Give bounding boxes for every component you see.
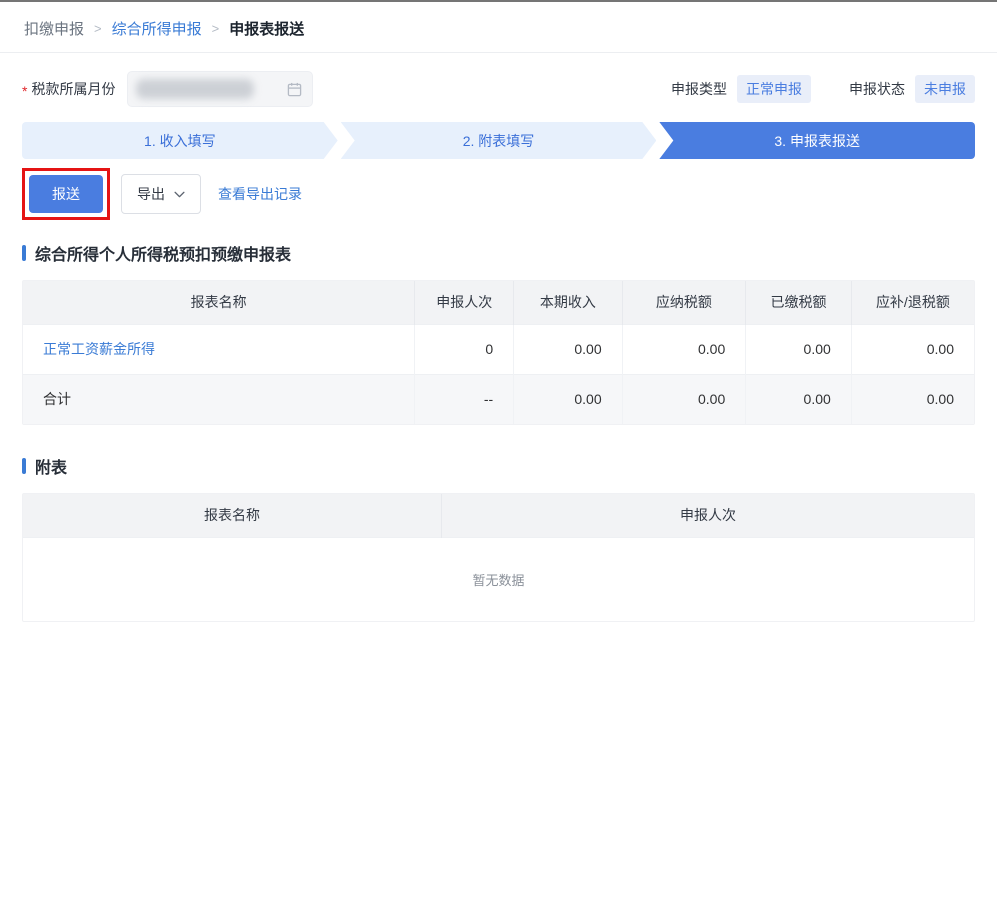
main-declaration-table: 报表名称 申报人次 本期收入 应纳税额 已缴税额 应补/退税额 正常工资薪金所得… [23,281,974,424]
step-1-income-entry[interactable]: 1. 收入填写 [22,122,338,159]
cell-tax-refund: 0.00 [851,373,974,424]
col-header-tax-payable: 应纳税额 [622,281,747,324]
sub-table-container: 报表名称 申报人次 暂无数据 [22,493,975,622]
redacted-date-value [136,79,255,99]
step-wizard: 1. 收入填写 2. 附表填写 3. 申报表报送 [22,122,976,159]
sub-section-title: 附表 [35,460,68,477]
cell-declared-persons: 0 [414,323,515,374]
sub-section-header: 附表 [22,454,975,478]
toolbar: 报送 导出 查看导出记录 [22,168,975,220]
col-header-tax-paid: 已缴税额 [745,281,852,324]
tax-month-input[interactable] [127,71,314,107]
breadcrumb-item-comprehensive-income[interactable]: 综合所得申报 [112,18,202,39]
chevron-right-icon: > [94,21,102,36]
cell-tax-payable: 0.00 [622,373,747,424]
section-accent-bar [22,458,26,474]
col-header-report-name: 报表名称 [23,494,442,537]
declaration-status-badge: 未申报 [915,75,975,103]
cell-current-income: 0.00 [513,373,623,424]
cell-current-income: 0.00 [513,323,623,374]
calendar-icon [287,82,302,97]
cell-tax-refund: 0.00 [851,323,974,374]
required-asterisk: * [22,83,28,99]
main-section-title: 综合所得个人所得税预扣预缴申报表 [35,247,292,264]
cell-tax-paid: 0.00 [745,373,852,424]
red-highlight-annotation: 报送 [22,168,110,220]
breadcrumb-item-withholding[interactable]: 扣缴申报 [24,18,84,39]
declaration-meta: 申报类型 正常申报 申报状态 未申报 [671,75,975,103]
breadcrumb: 扣缴申报 > 综合所得申报 > 申报表报送 [0,2,997,53]
table-row: 正常工资薪金所得 0 0.00 0.00 0.00 0.00 [23,323,974,374]
section-accent-bar [22,245,26,261]
declaration-type-badge: 正常申报 [737,75,811,103]
declaration-status-label: 申报状态 [849,81,905,97]
main-table-container: 报表名称 申报人次 本期收入 应纳税额 已缴税额 应补/退税额 正常工资薪金所得… [22,280,975,425]
sub-table-header-row: 报表名称 申报人次 [23,494,974,537]
attached-forms-table: 报表名称 申报人次 暂无数据 [23,494,974,621]
filter-row: * 税款所属月份 申报类型 正常申报 申报状态 未申报 [22,71,975,107]
breadcrumb-item-current-page: 申报表报送 [229,21,305,38]
step-3-submit-return[interactable]: 3. 申报表报送 [659,122,976,159]
cell-tax-payable: 0.00 [622,323,747,374]
total-label: 合计 [23,373,416,424]
tax-month-label: 税款所属月份 [31,81,116,97]
cell-tax-paid: 0.00 [745,323,852,374]
window-top-edge [0,0,997,2]
cell-declared-persons: -- [414,373,515,424]
empty-state-text: 暂无数据 [23,536,974,621]
declaration-type-label: 申报类型 [671,81,727,97]
normal-salary-income-link[interactable]: 正常工资薪金所得 [43,341,155,357]
col-header-declared-persons: 申报人次 [441,494,974,537]
main-section-header: 综合所得个人所得税预扣预缴申报表 [22,241,975,265]
export-button-label: 导出 [137,186,165,202]
col-header-report-name: 报表名称 [23,281,416,324]
submit-button[interactable]: 报送 [29,175,103,213]
chevron-down-icon [174,191,185,198]
main-table-header-row: 报表名称 申报人次 本期收入 应纳税额 已缴税额 应补/退税额 [23,281,974,324]
col-header-tax-refund: 应补/退税额 [851,281,974,324]
view-export-records-link[interactable]: 查看导出记录 [218,184,302,204]
chevron-right-icon: > [211,21,220,36]
col-header-current-income: 本期收入 [513,281,623,324]
empty-state-row: 暂无数据 [23,536,974,621]
step-2-attached-forms[interactable]: 2. 附表填写 [341,122,657,159]
export-dropdown-button[interactable]: 导出 [121,174,201,214]
table-total-row: 合计 -- 0.00 0.00 0.00 0.00 [23,373,974,424]
col-header-declared-persons: 申报人次 [414,281,515,324]
